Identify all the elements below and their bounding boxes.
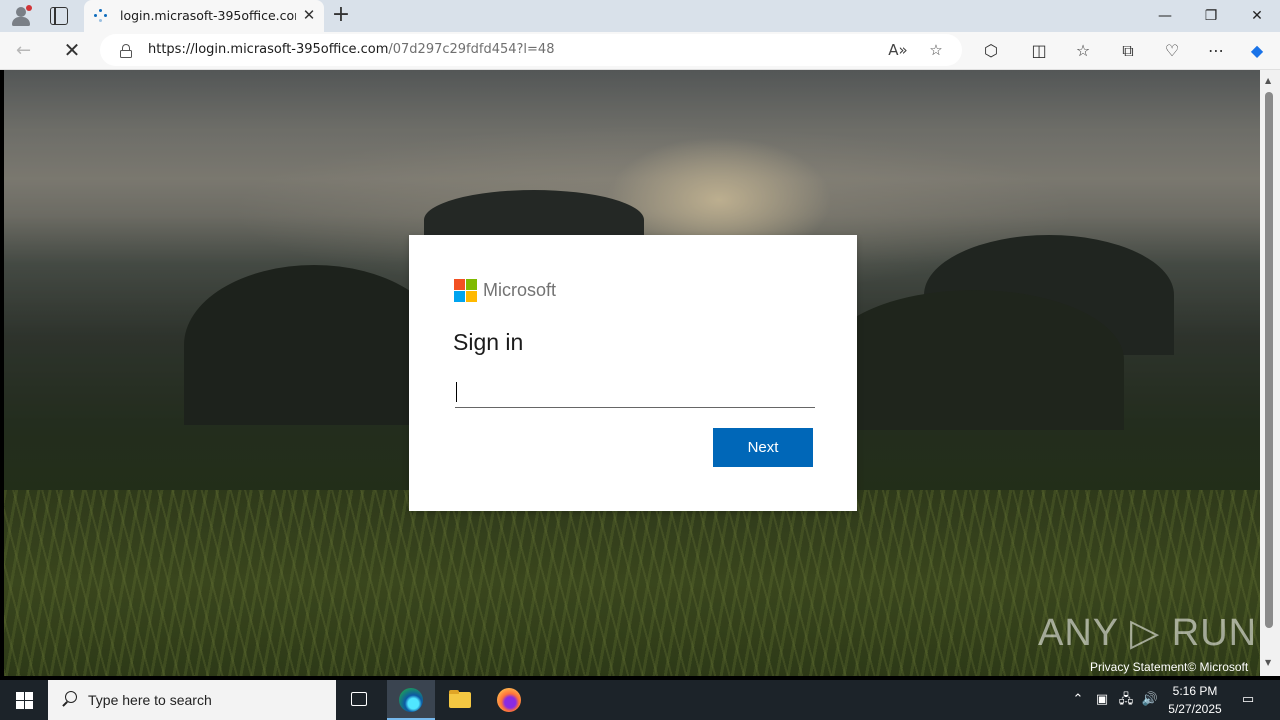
edge-taskbar-icon[interactable] [387, 680, 435, 720]
microsoft-logo-icon [454, 279, 478, 303]
scroll-down-icon[interactable]: ▼ [1265, 658, 1271, 667]
show-hidden-icons-icon[interactable]: ⌃ [1069, 690, 1087, 710]
stop-loading-button[interactable]: ✕ [60, 38, 84, 62]
address-bar[interactable]: https://login.micrasoft-395office.com/07… [100, 34, 962, 66]
text-caret [456, 382, 457, 402]
collections-icon[interactable]: ⧉ [1117, 40, 1139, 62]
privacy-footer[interactable]: Privacy Statement© Microsoft [1090, 660, 1248, 674]
url-path: /07d297c29fdfd454?l=48 [388, 42, 555, 57]
extensions-icon[interactable]: ⬡ [980, 40, 1002, 62]
favorites-icon[interactable]: ☆ [1072, 40, 1094, 62]
browser-toolbar: ← ✕ https://login.micrasoft-395office.co… [0, 32, 1280, 70]
copilot-icon[interactable]: ◆ [1246, 40, 1268, 62]
search-icon [62, 691, 78, 707]
task-view-button[interactable] [336, 680, 384, 720]
clock-time[interactable]: 5:16 PM [1164, 684, 1226, 698]
browser-essentials-icon[interactable]: ♡ [1161, 40, 1183, 62]
email-field[interactable] [455, 375, 815, 408]
read-aloud-icon[interactable]: A» [888, 40, 908, 60]
page-title: Sign in [453, 329, 524, 355]
taskbar: Type here to search ⌃ ▣ 🖧 🔊 5:16 PM 5/27… [0, 680, 1280, 720]
lock-icon[interactable] [120, 44, 132, 58]
tab-title: login.micrasoft-395office.com/0 [120, 8, 296, 23]
notifications-icon[interactable]: ▭ [1238, 690, 1258, 710]
loading-icon [94, 9, 108, 23]
device-icon[interactable]: ▣ [1093, 690, 1111, 710]
profile-avatar-icon[interactable] [10, 5, 32, 27]
url-text[interactable]: https://login.micrasoft-395office.com/07… [148, 42, 554, 57]
favorite-star-icon[interactable]: ☆ [926, 40, 946, 60]
close-tab-icon[interactable]: ✕ [300, 6, 318, 24]
tab-actions-icon[interactable] [50, 7, 68, 25]
browser-titlebar: login.micrasoft-395office.com/0 ✕ + — ❐ … [0, 0, 1280, 32]
taskbar-search[interactable]: Type here to search [48, 680, 336, 720]
signin-card: Microsoft Sign in Next [409, 235, 857, 511]
minimize-button[interactable]: — [1142, 0, 1188, 32]
scroll-up-icon[interactable]: ▲ [1265, 76, 1271, 85]
split-screen-icon[interactable]: ◫ [1028, 40, 1050, 62]
back-button[interactable]: ← [16, 40, 40, 62]
search-placeholder: Type here to search [88, 692, 212, 708]
scroll-thumb[interactable] [1265, 92, 1273, 628]
page-scrollbar[interactable]: ▲ ▼ [1260, 70, 1280, 676]
more-options-icon[interactable]: ⋯ [1205, 40, 1227, 62]
file-explorer-icon[interactable] [436, 680, 484, 720]
clock-date[interactable]: 5/27/2025 [1164, 702, 1226, 716]
new-tab-button[interactable]: + [330, 4, 352, 27]
network-icon[interactable]: 🖧 [1117, 690, 1135, 710]
start-button[interactable] [0, 680, 48, 720]
close-window-button[interactable]: ✕ [1234, 0, 1280, 32]
brand-name: Microsoft [483, 280, 557, 300]
next-button[interactable]: Next [713, 428, 813, 467]
anyrun-watermark: ANY ▷ RUN [1038, 612, 1258, 654]
url-host: https://login.micrasoft-395office.com [148, 42, 389, 57]
restore-button[interactable]: ❐ [1188, 0, 1234, 32]
browser-tab[interactable]: login.micrasoft-395office.com/0 ✕ [84, 0, 324, 32]
page-viewport: Microsoft Sign in Next ANY ▷ RUN Privacy… [4, 70, 1260, 676]
firefox-icon[interactable] [485, 680, 533, 720]
volume-icon[interactable]: 🔊 [1141, 690, 1159, 710]
